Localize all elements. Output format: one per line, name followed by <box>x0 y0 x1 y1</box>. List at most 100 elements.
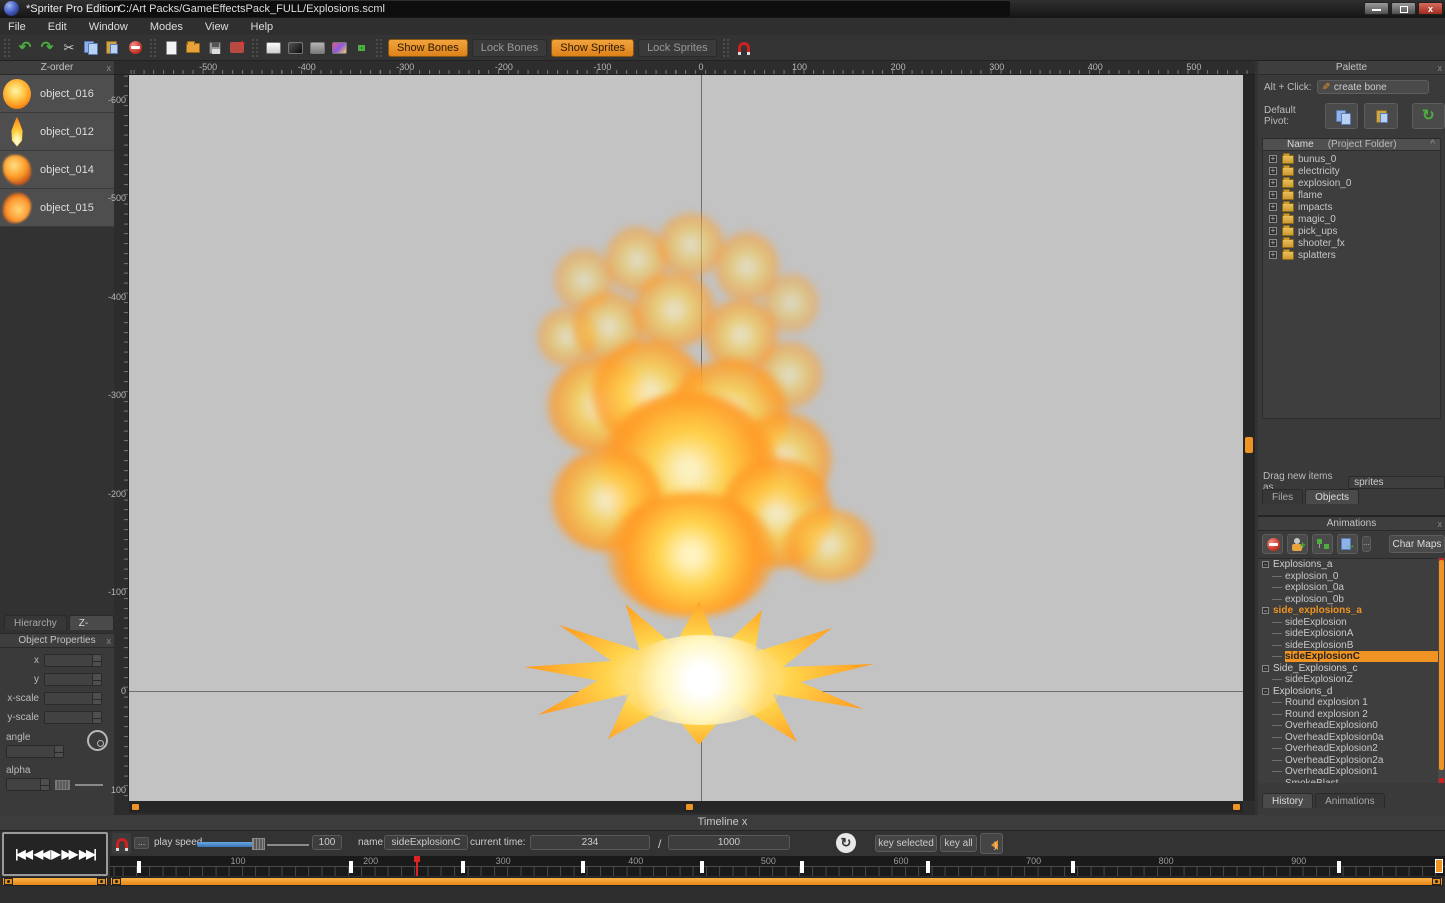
end-marker[interactable] <box>1435 859 1443 873</box>
palette-panel-header[interactable]: Palette x <box>1258 61 1445 75</box>
timeline-header[interactable]: Timeline x <box>0 815 1445 831</box>
range-handle[interactable] <box>112 878 121 885</box>
key-all-button[interactable]: key all <box>940 835 977 852</box>
open-file-button[interactable] <box>182 38 204 58</box>
paste-button[interactable] <box>102 38 124 58</box>
keyframe-marker[interactable] <box>1337 861 1341 873</box>
animations-scrollbar[interactable] <box>1438 558 1445 783</box>
lock-sprites-toggle[interactable]: Lock Sprites <box>638 39 717 57</box>
paste-pivot-button[interactable] <box>1364 103 1397 129</box>
lock-bones-toggle[interactable]: Lock Bones <box>472 39 547 57</box>
cut-button[interactable]: ✂ <box>58 38 80 58</box>
keyframe-marker[interactable] <box>926 861 930 873</box>
title-bar[interactable]: *Spriter Pro Edition C:/Art Packs/GameEf… <box>0 0 1445 18</box>
animation-tree-row[interactable]: SmokeBlast <box>1258 778 1438 784</box>
alpha-slider-handle[interactable] <box>55 780 70 790</box>
palette-folder-row[interactable]: +impacts <box>1263 201 1440 213</box>
expand-icon[interactable]: + <box>1269 215 1277 223</box>
key-selected-button[interactable]: key selected <box>875 835 937 852</box>
timeline-range-bar[interactable] <box>110 877 1443 886</box>
duration-field[interactable]: 1000 <box>668 835 790 850</box>
tab-objects[interactable]: Objects <box>1305 489 1359 504</box>
collapse-icon[interactable]: - <box>1262 688 1269 695</box>
animation-tree-row[interactable]: -Side_Explosions_c <box>1258 663 1438 675</box>
view-mode-image-button[interactable] <box>328 38 350 58</box>
palette-tree-header[interactable]: Name (Project Folder) ^ <box>1262 138 1441 151</box>
timeline-snap-button[interactable] <box>112 833 131 854</box>
refresh-pivots-button[interactable]: ↻ <box>1412 103 1445 129</box>
menu-help[interactable]: Help <box>251 21 274 33</box>
animation-tree-row[interactable]: OverheadExplosion0 <box>1258 720 1438 732</box>
animation-tree-row[interactable]: sideExplosion <box>1258 617 1438 629</box>
keyframe-marker[interactable] <box>461 861 465 873</box>
create-bone-button[interactable]: ✎ create bone <box>1317 80 1429 94</box>
expand-icon[interactable]: + <box>1269 191 1277 199</box>
palette-folder-row[interactable]: +splatters <box>1263 249 1440 261</box>
timeline-left-range-bar[interactable] <box>2 877 108 886</box>
canvas-horizontal-scrollbar[interactable] <box>129 801 1243 813</box>
menu-edit[interactable]: Edit <box>48 21 67 33</box>
animations-panel-header[interactable]: Animations x <box>1258 517 1445 531</box>
animations-scroll-handle[interactable] <box>1439 560 1444 770</box>
play-speed-slider-handle[interactable] <box>252 838 265 850</box>
show-bones-toggle[interactable]: Show Bones <box>388 39 468 57</box>
property-spinner[interactable] <box>92 712 101 723</box>
expand-icon[interactable]: + <box>1269 227 1277 235</box>
collapse-icon[interactable]: - <box>1262 665 1269 672</box>
expand-icon[interactable]: + <box>1269 203 1277 211</box>
property-field-x[interactable] <box>44 654 102 667</box>
property-field-y-scale[interactable] <box>44 711 102 724</box>
play-speed-slider-track[interactable] <box>197 842 253 847</box>
go-to-start-button[interactable]: |◀◀ <box>14 847 32 861</box>
copy-pivot-button[interactable] <box>1325 103 1358 129</box>
close-panel-icon[interactable]: x <box>742 816 748 828</box>
palette-folder-row[interactable]: +magic_0 <box>1263 213 1440 225</box>
keyframe-marker[interactable] <box>137 861 141 873</box>
menu-window[interactable]: Window <box>89 21 128 33</box>
range-handle[interactable] <box>1432 878 1441 885</box>
view-mode-dark-button[interactable] <box>284 38 306 58</box>
canvas-vertical-scrollbar[interactable] <box>1243 75 1255 801</box>
palette-folder-row[interactable]: +pick_ups <box>1263 225 1440 237</box>
keyframe-marker[interactable] <box>1071 861 1075 873</box>
zorder-item[interactable]: object_012 <box>0 113 114 151</box>
sound-button[interactable]: ) <box>980 833 1003 854</box>
alpha-field[interactable] <box>6 778 50 791</box>
palette-folder-row[interactable]: +flame <box>1263 189 1440 201</box>
animation-tree-row[interactable]: -Explosions_a <box>1258 559 1438 571</box>
import-button[interactable] <box>226 38 248 58</box>
animation-tree-row[interactable]: explosion_0a <box>1258 582 1438 594</box>
go-to-end-button[interactable]: ▶▶| <box>78 847 96 861</box>
keyframe-marker[interactable] <box>700 861 704 873</box>
alpha-spinner[interactable] <box>40 779 49 790</box>
property-field-x-scale[interactable] <box>44 692 102 705</box>
range-handle[interactable] <box>97 878 106 885</box>
keyframe-marker[interactable] <box>349 861 353 873</box>
palette-folder-row[interactable]: +explosion_0 <box>1263 177 1440 189</box>
animation-tree-row[interactable]: -Explosions_d <box>1258 686 1438 698</box>
property-spinner[interactable] <box>92 693 101 704</box>
palette-folder-row[interactable]: +shooter_fx <box>1263 237 1440 249</box>
property-field-y[interactable] <box>44 673 102 686</box>
keyframe-marker[interactable] <box>581 861 585 873</box>
property-spinner[interactable] <box>92 655 101 666</box>
animation-tree-row[interactable]: sideExplosionA <box>1258 628 1438 640</box>
tab-history[interactable]: History <box>1262 793 1313 808</box>
animation-tree-row[interactable]: sideExplosionC <box>1258 651 1438 663</box>
next-frame-button[interactable]: ▶▶ <box>61 847 77 861</box>
animation-hierarchy-button[interactable] <box>1312 534 1333 554</box>
zorder-item[interactable]: object_015 <box>0 189 114 227</box>
range-handle[interactable] <box>4 878 13 885</box>
expand-icon[interactable]: + <box>1269 251 1277 259</box>
minimize-button[interactable] <box>1364 2 1389 15</box>
copy-button[interactable] <box>80 38 102 58</box>
delete-animation-button[interactable] <box>1262 534 1283 554</box>
delete-button[interactable] <box>124 38 146 58</box>
zorder-item[interactable]: object_014 <box>0 151 114 189</box>
new-file-button[interactable] <box>160 38 182 58</box>
tab-zorder[interactable]: Z-order <box>69 615 114 630</box>
property-spinner[interactable] <box>92 674 101 685</box>
angle-field[interactable] <box>6 745 64 758</box>
close-panel-icon[interactable]: x <box>107 61 112 75</box>
expand-icon[interactable]: + <box>1269 155 1277 163</box>
